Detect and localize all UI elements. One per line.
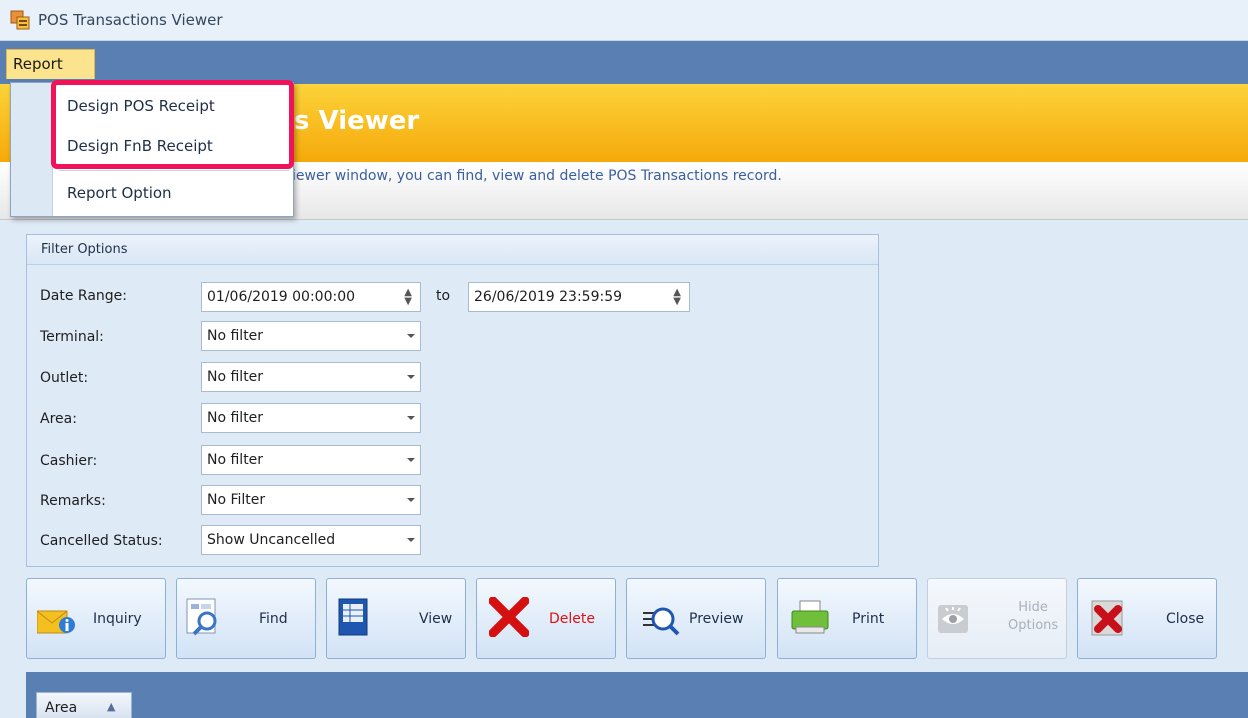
group-by-area-chip[interactable]: Area ▲ (36, 692, 132, 718)
printer-icon (791, 600, 829, 634)
title-bar: POS Transactions Viewer (0, 0, 1248, 41)
outlet-value: No filter (207, 369, 264, 385)
cashier-label: Cashier: (40, 453, 98, 469)
print-button[interactable]: Print (777, 578, 917, 659)
close-label: Close (1166, 611, 1205, 627)
banner-title: s Viewer (294, 106, 420, 136)
date-from-value: 01/06/2019 00:00:00 (207, 289, 356, 305)
remarks-label: Remarks: (40, 493, 106, 509)
delete-button[interactable]: Delete (476, 578, 616, 659)
view-button[interactable]: View (326, 578, 466, 659)
area-value: No filter (207, 410, 264, 426)
find-label: Find (259, 611, 288, 627)
highlight-box (51, 80, 294, 169)
preview-label: Preview (689, 611, 744, 627)
chevron-down-icon (407, 498, 415, 502)
hide-options-label: Hide Options (1008, 599, 1058, 635)
menu-item-report-option[interactable]: Report Option (67, 184, 172, 202)
find-icon (186, 598, 217, 636)
inquiry-button[interactable]: Inquiry (26, 578, 166, 659)
find-button[interactable]: Find (176, 578, 316, 659)
group-by-label: Area (45, 700, 78, 716)
chevron-down-icon (407, 375, 415, 379)
chevron-down-icon (407, 416, 415, 420)
menu-icon-stripe (11, 83, 53, 216)
area-select[interactable]: No filter (201, 403, 421, 433)
print-label: Print (852, 611, 885, 627)
menu-bar: Report (0, 41, 1248, 84)
chevron-down-icon (407, 458, 415, 462)
cancelled-status-select[interactable]: Show Uncancelled (201, 525, 421, 555)
cashier-value: No filter (207, 452, 264, 468)
view-icon (338, 598, 368, 636)
area-label: Area: (40, 411, 77, 427)
spin-updown-icon[interactable]: ▲ ▼ (673, 288, 681, 307)
hide-options-line2: Options (1008, 618, 1059, 633)
terminal-label: Terminal: (40, 329, 104, 345)
eye-icon (938, 605, 968, 633)
menu-report[interactable]: Report (6, 49, 95, 79)
date-from-field[interactable]: 01/06/2019 00:00:00 ▲ ▼ (201, 282, 421, 312)
menu-report-label: Report (13, 55, 63, 73)
window-title: POS Transactions Viewer (38, 11, 223, 29)
results-grid: Area ▲ (26, 672, 1248, 718)
banner-description: iewer window, you can find, view and del… (292, 168, 782, 184)
hide-options-line1: Hide (1018, 600, 1048, 615)
inquiry-icon (37, 610, 75, 634)
delete-x-icon (489, 597, 529, 637)
outlet-label: Outlet: (40, 370, 89, 386)
cancelled-status-label: Cancelled Status: (40, 533, 163, 549)
remarks-select[interactable]: No Filter (201, 485, 421, 515)
to-label: to (436, 288, 451, 304)
close-icon (1091, 600, 1123, 636)
app-icon (10, 10, 30, 30)
terminal-value: No filter (207, 328, 264, 344)
delete-label: Delete (549, 611, 595, 627)
spin-updown-icon[interactable]: ▲ ▼ (404, 288, 412, 307)
date-to-field[interactable]: 26/06/2019 23:59:59 ▲ ▼ (468, 282, 690, 312)
filter-options-header: Filter Options (27, 235, 878, 265)
date-to-value: 26/06/2019 23:59:59 (474, 289, 623, 305)
cancelled-status-value: Show Uncancelled (207, 532, 336, 548)
close-button[interactable]: Close (1077, 578, 1217, 659)
chevron-down-icon (407, 538, 415, 542)
chevron-down-icon (407, 334, 415, 338)
hide-options-button[interactable]: Hide Options (927, 578, 1067, 659)
menu-separator (59, 170, 289, 171)
preview-icon (643, 607, 680, 636)
date-range-label: Date Range: (40, 288, 128, 304)
cashier-select[interactable]: No filter (201, 445, 421, 475)
filter-options-title: Filter Options (41, 242, 128, 257)
sort-ascending-icon: ▲ (107, 700, 116, 713)
preview-button[interactable]: Preview (626, 578, 766, 659)
inquiry-label: Inquiry (93, 611, 142, 627)
terminal-select[interactable]: No filter (201, 321, 421, 351)
filter-options-panel: Filter Options Date Range: 01/06/2019 00… (26, 234, 879, 567)
view-label: View (419, 611, 453, 627)
remarks-value: No Filter (207, 492, 266, 508)
outlet-select[interactable]: No filter (201, 362, 421, 392)
